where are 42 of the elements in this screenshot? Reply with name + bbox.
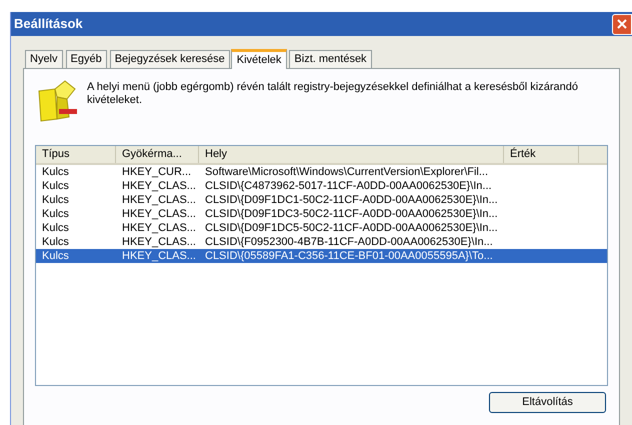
column-header[interactable]: Érték [504, 146, 579, 163]
table-cell-text: Kulcs [41, 165, 70, 179]
table-cell-text: HKEY_CLAS... [121, 235, 197, 249]
tab[interactable]: Bejegyzések keresése [110, 50, 230, 68]
close-button[interactable] [612, 14, 632, 34]
tab[interactable]: Bizt. mentések [289, 50, 372, 68]
table-cell-text: CLSID\{F0952300-4B7B-11CF-A0DD-00AA0062530E}\In... [204, 235, 494, 249]
table-cell-text: HKEY_CLAS... [121, 249, 197, 263]
table-cell-text: HKEY_CUR... [121, 165, 192, 179]
table-cell-text: HKEY_CLAS... [121, 179, 197, 193]
tab[interactable]: Egyéb [66, 50, 107, 68]
table-cell-text: Kulcs [41, 235, 70, 249]
table-cell-text: Kulcs [41, 221, 70, 235]
table-cell-text: CLSID\{05589FA1-C356-11CE-BF01-00AA0055595A}\To... [204, 249, 494, 263]
table-cell-text: CLSID\{D09F1DC1-50C2-11CF-A0DD-00AA0062530E}\In... [204, 193, 499, 207]
table-row[interactable]: Kulcs HKEY_CUR... Software\Microsoft\Windows\CurrentVersion\Explorer\Fil... [36, 165, 607, 179]
table-row[interactable]: Kulcs HKEY_CLAS... CLSID\{D09F1DC5-50C2-11CF-A0DD-00AA0062530E}\In... [36, 221, 607, 235]
table-cell-text: HKEY_CLAS... [121, 193, 197, 207]
table-cell-text: HKEY_CLAS... [121, 207, 197, 221]
table-cell-text: Kulcs [41, 179, 70, 193]
table-cell-text: Kulcs [41, 207, 70, 221]
table-cell-text: Kulcs [41, 249, 70, 263]
table-cell-text: CLSID\{C4873962-5017-11CF-A0DD-00AA0062530E}\In... [204, 179, 493, 193]
table-row[interactable]: Kulcs HKEY_CLAS... CLSID\{D09F1DC3-50C2-11CF-A0DD-00AA0062530E}\In... [36, 207, 607, 221]
window-title: Beállítások [14, 15, 83, 34]
table-row[interactable]: Kulcs HKEY_CLAS... CLSID\{05589FA1-C356-11CE-BF01-00AA0055595A}\To... [36, 249, 607, 263]
table-cell-text: Kulcs [41, 193, 70, 207]
table-cell-text: CLSID\{D09F1DC5-50C2-11CF-A0DD-00AA0062530E}\In... [204, 221, 499, 235]
table-row[interactable]: Kulcs HKEY_CLAS... CLSID\{F0952300-4B7B-11CF-A0DD-00AA0062530E}\In... [36, 235, 607, 249]
remove-button[interactable]: Eltávolítás [489, 392, 606, 413]
tab[interactable]: Kivételek [230, 49, 288, 69]
table-cell-text: HKEY_CLAS... [121, 221, 197, 235]
table-cell-text: Software\Microsoft\Windows\CurrentVersion\Explorer\Fil... [204, 165, 490, 179]
column-header[interactable]: Típus [36, 146, 116, 163]
table-row[interactable]: Kulcs HKEY_CLAS... CLSID\{C4873962-5017-11CF-A0DD-00AA0062530E}\In... [36, 179, 607, 193]
table-cell-text: CLSID\{D09F1DC3-50C2-11CF-A0DD-00AA0062530E}\In... [204, 207, 499, 221]
column-header[interactable]: Gyökérma... [116, 146, 199, 163]
tab[interactable]: Nyelv [25, 50, 63, 68]
description-text: A helyi menü (jobb egérgomb) révén talált registry-bejegyzésekkel definiálhat a keresésből kizárandó kivételeket. [87, 81, 579, 108]
table-row[interactable]: Kulcs HKEY_CLAS... CLSID\{D09F1DC1-50C2-11CF-A0DD-00AA0062530E}\In... [36, 193, 607, 207]
close-icon [617, 19, 627, 29]
column-header[interactable]: Hely [199, 146, 504, 163]
